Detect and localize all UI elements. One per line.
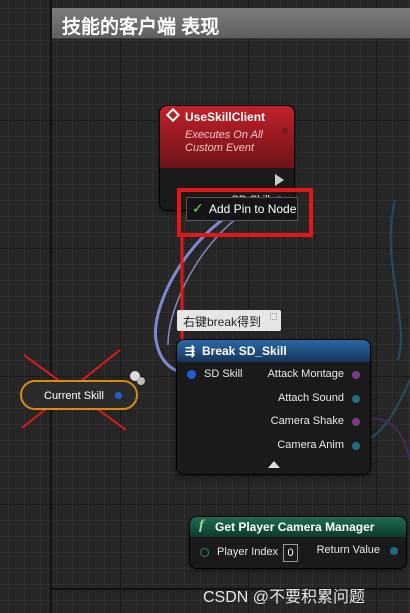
function-node-title: Get Player Camera Manager: [215, 520, 375, 534]
annotation-note-text: 右键break得到: [183, 315, 262, 329]
exec-out-pin[interactable]: [275, 174, 284, 186]
function-icon: f: [199, 518, 204, 533]
player-index-label: Player Index: [217, 546, 279, 558]
replication-square-icon: [282, 128, 288, 134]
get-player-camera-manager-node[interactable]: f Get Player Camera Manager Player Index…: [190, 517, 406, 568]
variable-node-label: Current Skill: [44, 390, 104, 402]
expand-arrow-icon[interactable]: [268, 461, 280, 468]
break-node-title: Break SD_Skill: [202, 344, 287, 358]
note-corner-icon: [270, 313, 277, 320]
player-index-input[interactable]: 0: [283, 544, 298, 562]
variable-output-pin[interactable]: [115, 392, 122, 399]
break-struct-icon: ⇶: [185, 344, 196, 358]
player-index-pin[interactable]: [200, 548, 209, 557]
break-node-header: ⇶ Break SD_Skill: [177, 340, 370, 362]
event-icon: [165, 107, 181, 123]
event-node-subtitle-1: Executes On All: [185, 129, 263, 141]
event-node-title: UseSkillClient: [185, 110, 266, 124]
annotation-highlight-box: [177, 188, 313, 237]
return-value-label: Return Value: [316, 544, 380, 556]
break-input-pin-label: SD Skill: [204, 368, 243, 380]
output-pin-label-attach-sound: Attach Sound: [277, 392, 344, 404]
break-node-body: SD Skill Attack Montage Attach Sound Cam…: [177, 362, 370, 474]
event-node-header: UseSkillClient Executes On All Custom Ev…: [160, 106, 294, 168]
variable-node-current-skill[interactable]: Current Skill: [20, 380, 138, 410]
output-pin-camera-anim[interactable]: [352, 442, 360, 450]
watermark: CSDN @不要积累问题: [203, 589, 366, 606]
break-input-pin[interactable]: [187, 370, 196, 379]
output-pin-attack-montage[interactable]: [352, 371, 360, 379]
event-node-subtitle-2: Custom Event: [185, 142, 255, 154]
break-struct-node[interactable]: ⇶ Break SD_Skill SD Skill Attack Montage…: [177, 340, 370, 474]
output-pin-label-camera-shake: Camera Shake: [270, 415, 344, 427]
output-pin-camera-shake[interactable]: [352, 418, 360, 426]
output-pin-attach-sound[interactable]: [352, 395, 360, 403]
function-node-body: Player Index 0 Return Value: [190, 537, 406, 568]
output-pin-label-attack-montage: Attack Montage: [267, 368, 344, 380]
return-value-pin[interactable]: [390, 547, 398, 555]
annotation-note: 右键break得到: [177, 310, 281, 331]
function-node-header: f Get Player Camera Manager: [190, 517, 406, 537]
output-pin-label-camera-anim: Camera Anim: [277, 439, 344, 451]
